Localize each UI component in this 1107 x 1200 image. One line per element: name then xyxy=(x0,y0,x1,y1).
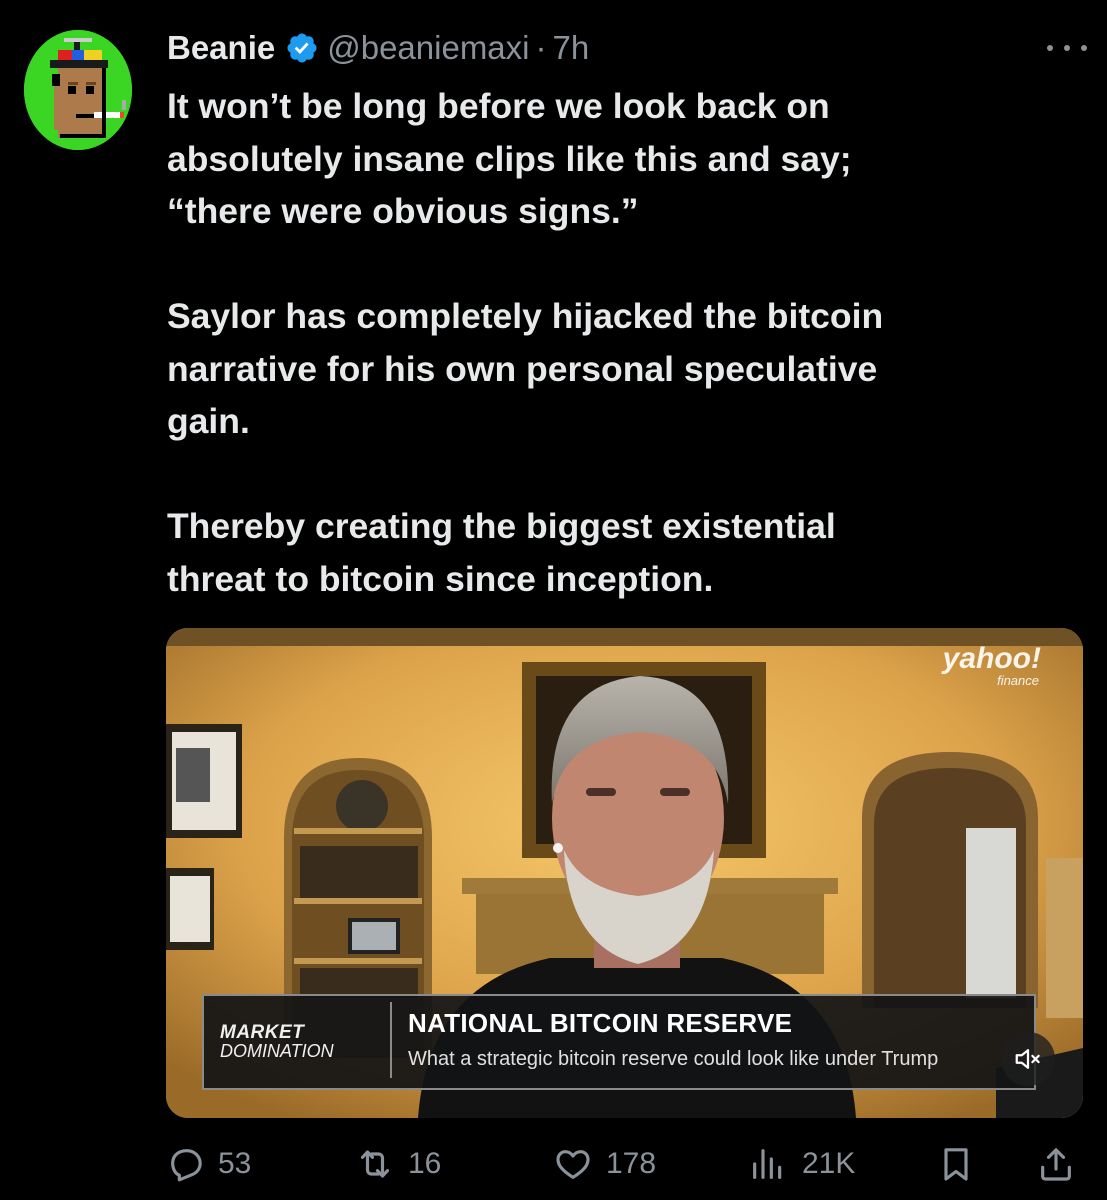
tweet-action-bar: 53 16 178 21K xyxy=(166,1136,1086,1192)
views-button[interactable]: 21K xyxy=(746,1136,855,1192)
like-count: 178 xyxy=(606,1147,657,1180)
video-lower-third: MARKET DOMINATION NATIONAL BITCOIN RESER… xyxy=(202,994,1036,1090)
reply-button[interactable]: 53 xyxy=(166,1136,251,1192)
show-title-line2: DOMINATION xyxy=(220,1041,334,1061)
speaker-muted-icon xyxy=(1015,1049,1040,1069)
bookmark-icon xyxy=(944,1148,968,1181)
avatar[interactable] xyxy=(24,30,132,150)
tweet-line: Saylor has completely hijacked the bitco… xyxy=(167,296,884,336)
tweet-text: It won’t be long before we look back on … xyxy=(167,80,1067,605)
repost-count: 16 xyxy=(408,1147,442,1180)
share-button[interactable] xyxy=(1036,1136,1088,1192)
tweet-line: Thereby creating the biggest existential xyxy=(167,506,836,546)
author-handle[interactable]: @beaniemaxi xyxy=(327,29,529,67)
mute-toggle-button[interactable] xyxy=(1001,1032,1055,1086)
tweet-line: absolutely insane clips like this and sa… xyxy=(167,138,852,179)
author-name[interactable]: Beanie xyxy=(167,29,275,67)
reply-count: 53 xyxy=(218,1147,252,1180)
tweet-header: Beanie @beaniemaxi · 7h xyxy=(167,24,589,72)
tweet-line: gain. xyxy=(167,401,250,441)
views-chart-icon xyxy=(753,1149,782,1179)
tweet-line: “there were obvious signs.” xyxy=(167,191,639,231)
repost-icon xyxy=(360,1150,390,1178)
video-subheadline: What a strategic bitcoin reserve could l… xyxy=(408,1048,939,1070)
like-button[interactable]: 178 xyxy=(552,1136,656,1192)
repost-button[interactable]: 16 xyxy=(354,1136,441,1192)
brand-line1: yahoo! xyxy=(942,642,1041,675)
bookmark-button[interactable] xyxy=(936,1136,988,1192)
show-title: MARKET DOMINATION xyxy=(220,1022,370,1061)
verified-badge-icon xyxy=(285,31,319,65)
reply-icon xyxy=(171,1149,202,1182)
tweet-line: threat to bitcoin since inception. xyxy=(167,558,714,599)
tweet-line: narrative for his own personal speculati… xyxy=(167,348,878,389)
share-icon xyxy=(1041,1148,1071,1181)
brand-line2: finance xyxy=(997,673,1039,688)
pixel-punk-avatar-image xyxy=(24,30,132,150)
video-headline: NATIONAL BITCOIN RESERVE xyxy=(408,1008,793,1038)
view-count: 21K xyxy=(802,1147,856,1180)
show-title-line1: MARKET xyxy=(220,1022,305,1043)
more-options-icon[interactable] xyxy=(1047,38,1087,58)
tweet-line: It won’t be long before we look back on xyxy=(167,86,830,126)
lower-third-divider xyxy=(390,1002,392,1078)
separator-dot: · xyxy=(535,29,547,66)
yahoo-finance-logo: yahoo! finance xyxy=(943,644,1041,688)
heart-icon xyxy=(556,1150,590,1179)
timestamp[interactable]: 7h xyxy=(553,29,590,67)
video-player[interactable]: yahoo! finance MARKET DOMINATION NATIONA… xyxy=(166,628,1083,1118)
